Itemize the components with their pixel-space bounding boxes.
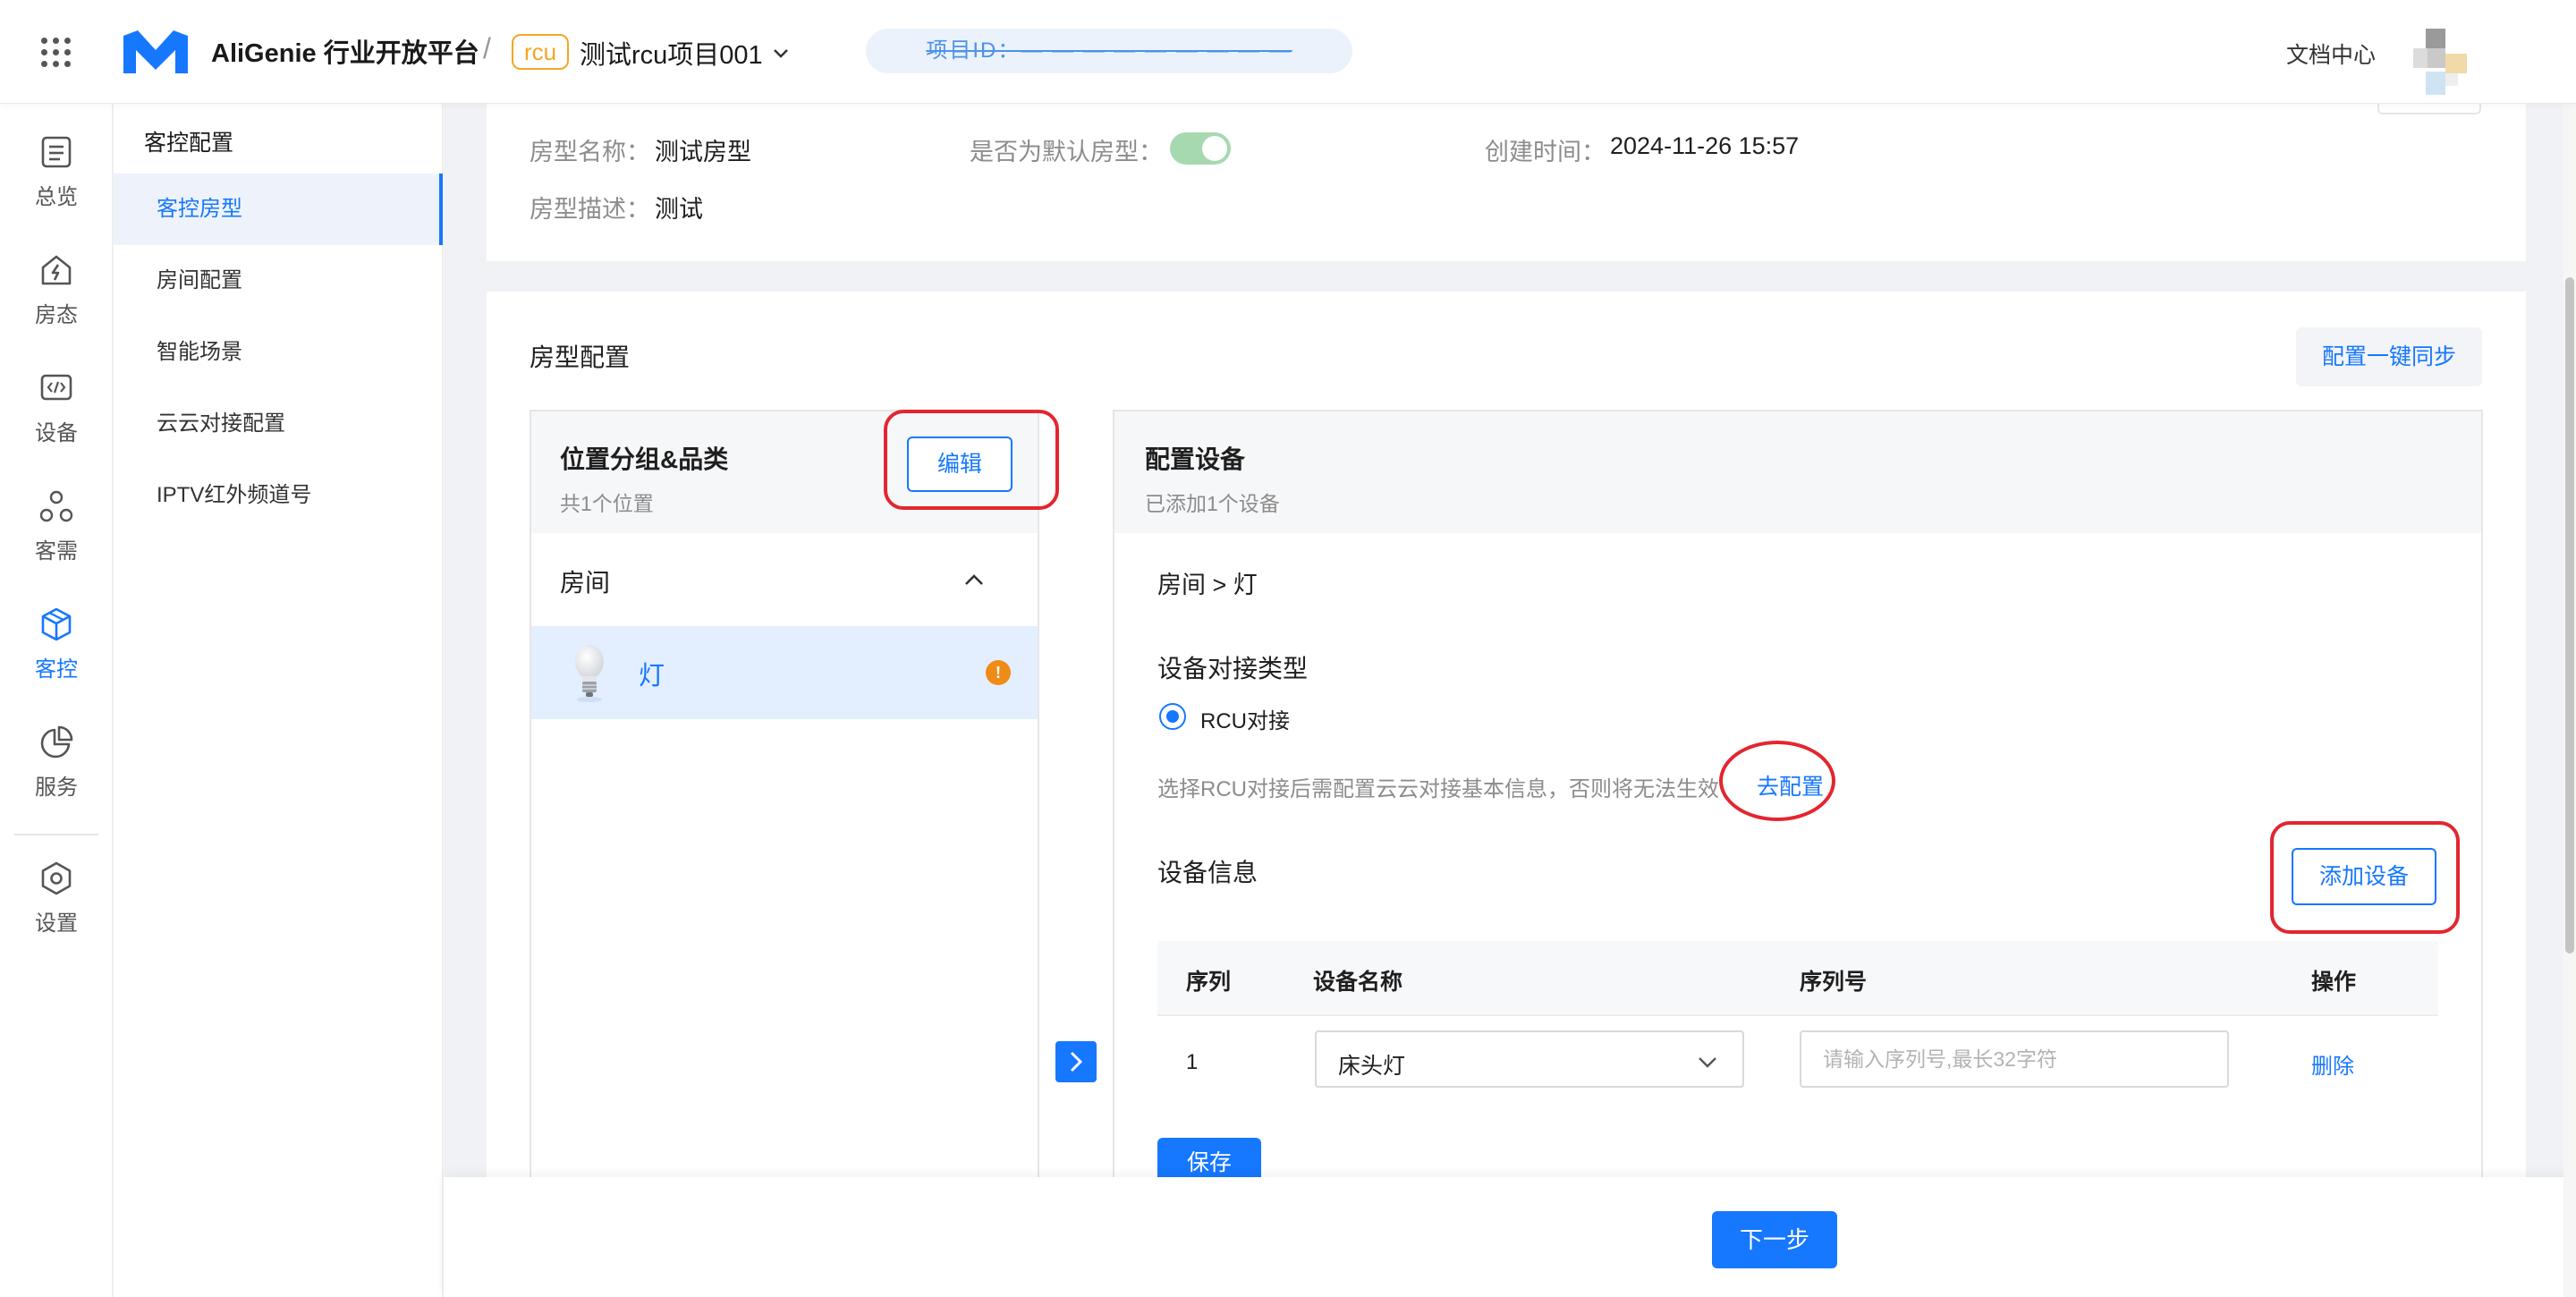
subnav-item-room-config[interactable]: 房间配置 xyxy=(114,245,443,317)
guest-control-icon xyxy=(41,607,72,641)
settings-icon xyxy=(41,861,72,895)
connect-type-title: 设备对接类型 xyxy=(1157,655,1309,682)
room-name-label: 房型名称： xyxy=(530,139,650,165)
chevron-up-icon[interactable] xyxy=(961,567,987,594)
device-table-header: 序列 设备名称 序列号 操作 xyxy=(1157,941,2438,1016)
col-action: 操作 xyxy=(2311,970,2357,995)
category-item-label: 灯 xyxy=(639,662,665,691)
subnav-item-iptv-channel[interactable]: IPTV红外频道号 xyxy=(114,460,443,531)
nav-room-status-label: 房态 xyxy=(35,303,78,327)
primary-nav-rail: 总览 房态 设备 客需 客控 服务 设置 xyxy=(0,104,113,1297)
nav-guest-control[interactable]: 客控 xyxy=(0,606,113,705)
rail-divider xyxy=(14,834,98,835)
nav-service-label: 服务 xyxy=(35,776,78,800)
table-row: 1 床头灯 删除 xyxy=(1157,1018,2438,1125)
col-serial: 序列号 xyxy=(1800,970,1868,995)
transfer-arrow-button[interactable] xyxy=(1055,1041,1097,1082)
nav-room-status[interactable]: 房态 xyxy=(0,252,113,351)
default-room-toggle[interactable] xyxy=(1170,132,1231,165)
subnav-item-cloud-integration[interactable]: 云云对接配置 xyxy=(114,388,443,460)
nav-settings-label: 设置 xyxy=(35,911,78,936)
user-avatar[interactable] xyxy=(2413,29,2467,97)
row-index: 1 xyxy=(1186,1050,1199,1074)
nav-service[interactable]: 服务 xyxy=(0,725,113,823)
room-group-row[interactable]: 房间 xyxy=(531,533,1038,626)
service-icon xyxy=(40,725,73,759)
nav-device-label: 设备 xyxy=(35,421,78,445)
category-item-light[interactable]: 灯 ! xyxy=(531,626,1038,719)
nav-guest-needs-label: 客需 xyxy=(35,539,78,564)
nav-overview[interactable]: 总览 xyxy=(0,134,113,233)
room-desc-value: 测试 xyxy=(655,196,703,223)
nav-guest-control-label: 客控 xyxy=(35,657,78,682)
col-index: 序列 xyxy=(1186,970,1232,995)
location-category-panel: 位置分组&品类 共1个位置 编辑 房间 灯 ! xyxy=(530,410,1059,1188)
device-panel-header: 配置设备 已添加1个设备 xyxy=(1114,411,2481,533)
device-panel-title: 配置设备 xyxy=(1145,445,1246,473)
secondary-nav: 客控配置 客控房型 房间配置 智能场景 云云对接配置 IPTV红外频道号 xyxy=(114,104,443,1297)
device-name-value: 床头灯 xyxy=(1338,1054,1406,1079)
project-id-badge[interactable]: 项目ID：— — — — — — — — — xyxy=(866,29,1352,73)
location-panel-header: 位置分组&品类 共1个位置 编辑 xyxy=(531,410,1059,533)
project-selector[interactable]: 测试rcu项目001 xyxy=(580,34,763,72)
device-breadcrumb: 房间 > 灯 xyxy=(1157,572,1258,598)
top-bar: AliGenie 行业开放平台 / rcu 测试rcu项目001 项目ID：— … xyxy=(0,0,2576,104)
light-bulb-icon xyxy=(575,645,604,702)
location-panel-title: 位置分组&品类 xyxy=(560,445,729,473)
subnav-item-room-type[interactable]: 客控房型 xyxy=(114,174,443,245)
device-name-select[interactable]: 床头灯 xyxy=(1315,1030,1744,1088)
rcu-hint-text: 选择RCU对接后需配置云云对接基本信息，否则将无法生效 xyxy=(1157,777,1719,801)
col-device-name: 设备名称 xyxy=(1313,970,1403,995)
project-tag: rcu xyxy=(512,34,570,70)
one-click-sync-button[interactable]: 配置一键同步 xyxy=(2296,327,2482,386)
nav-guest-needs[interactable]: 客需 xyxy=(0,488,113,587)
warning-icon: ! xyxy=(986,660,1011,685)
page-scrollbar-thumb[interactable] xyxy=(2565,277,2574,954)
nav-device[interactable]: 设备 xyxy=(0,370,113,469)
created-time-label: 创建时间： xyxy=(1485,139,1606,165)
add-device-button[interactable]: 添加设备 xyxy=(2292,848,2436,905)
edit-button[interactable]: 编辑 xyxy=(907,437,1013,492)
go-configure-link[interactable]: 去配置 xyxy=(1757,769,1824,801)
bottom-action-bar: 下一步 xyxy=(444,1177,2576,1297)
room-config-card: 房型配置 配置一键同步 位置分组&品类 共1个位置 编辑 房间 灯 ! 配置设备… xyxy=(487,292,2526,1188)
chevron-right-icon xyxy=(1070,1051,1083,1072)
serial-number-input[interactable] xyxy=(1800,1030,2229,1088)
apps-grid-icon[interactable] xyxy=(41,38,72,68)
chevron-down-icon[interactable] xyxy=(771,43,791,63)
device-icon xyxy=(40,374,72,401)
rcu-radio[interactable] xyxy=(1159,703,1186,730)
room-config-title: 房型配置 xyxy=(530,343,631,371)
next-step-button[interactable]: 下一步 xyxy=(1712,1211,1837,1268)
aligenie-logo[interactable] xyxy=(120,27,191,77)
room-status-icon xyxy=(41,255,72,285)
room-type-info-card xyxy=(487,104,2526,261)
subnav-title: 客控配置 xyxy=(144,131,234,156)
location-count: 共1个位置 xyxy=(560,492,654,515)
chevron-down-icon xyxy=(1699,1057,1716,1068)
guest-needs-icon xyxy=(39,490,73,522)
delete-row-link[interactable]: 删除 xyxy=(2311,1048,2354,1080)
device-info-title: 设备信息 xyxy=(1157,859,1258,886)
nav-settings[interactable]: 设置 xyxy=(0,860,113,959)
rcu-radio-label[interactable]: RCU对接 xyxy=(1200,703,1290,734)
breadcrumb-separator: / xyxy=(483,32,491,64)
room-group-label: 房间 xyxy=(560,569,611,597)
subnav-item-smart-scene[interactable]: 智能场景 xyxy=(114,317,443,388)
device-count: 已添加1个设备 xyxy=(1145,492,1280,515)
doc-center-link[interactable]: 文档中心 xyxy=(2286,38,2376,70)
created-time-value: 2024-11-26 15:57 xyxy=(1610,132,1800,159)
platform-brand[interactable]: AliGenie 行业开放平台 xyxy=(211,32,479,70)
room-desc-label: 房型描述： xyxy=(530,196,650,223)
overview-icon xyxy=(41,136,72,168)
nav-overview-label: 总览 xyxy=(35,185,78,209)
default-room-label: 是否为默认房型： xyxy=(970,139,1163,165)
room-name-value: 测试房型 xyxy=(655,139,751,165)
device-config-panel: 配置设备 已添加1个设备 房间 > 灯 设备对接类型 RCU对接 选择RCU对接… xyxy=(1113,410,2483,1188)
